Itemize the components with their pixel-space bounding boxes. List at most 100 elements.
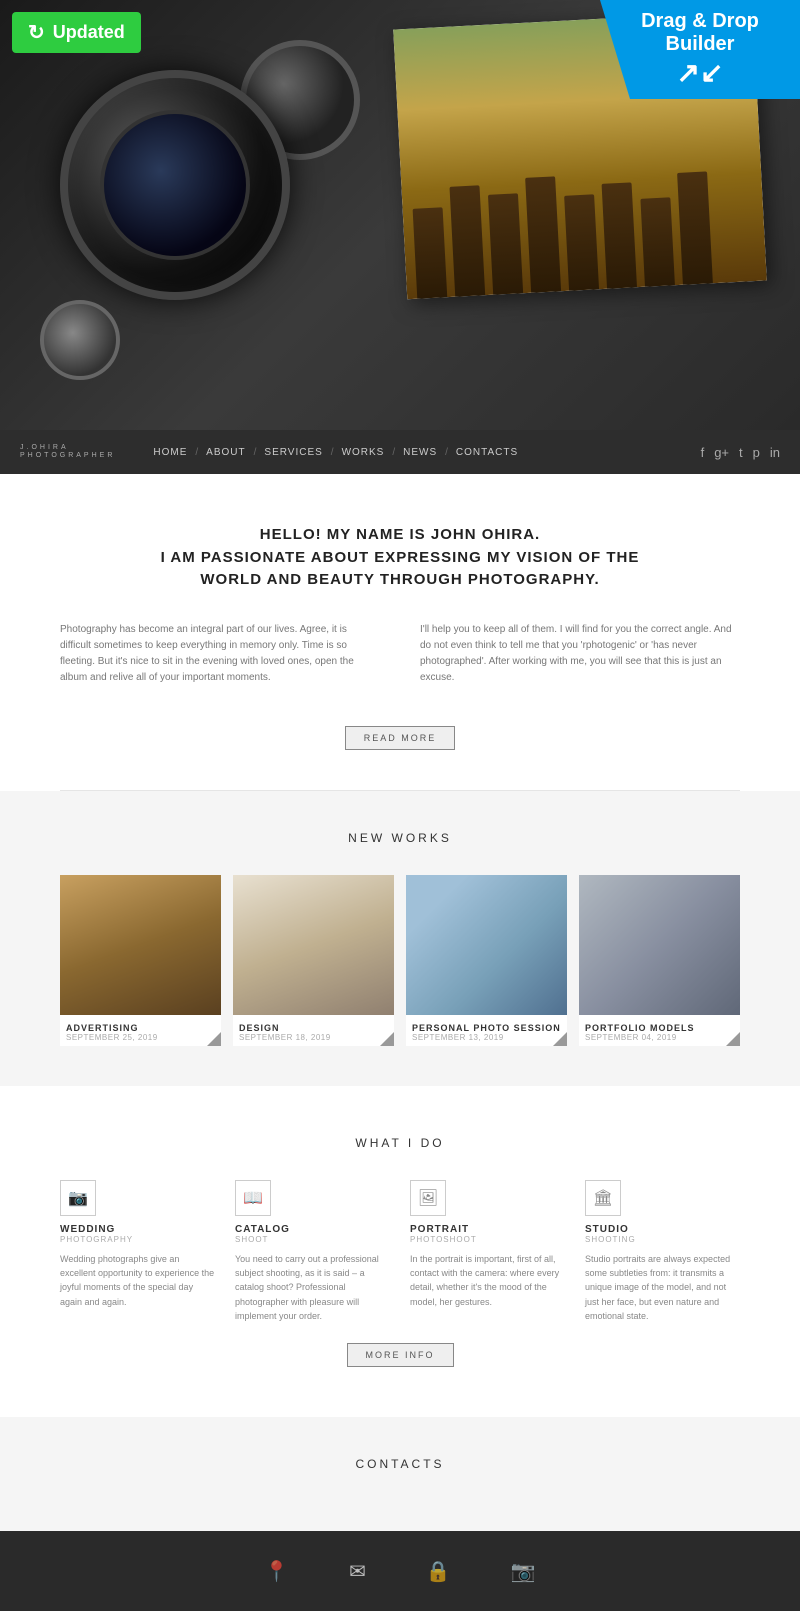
service-desc-wedding: Wedding photographs give an excellent op… bbox=[60, 1252, 215, 1310]
lens-group bbox=[30, 30, 370, 410]
service-name-studio: STUDIO bbox=[585, 1224, 740, 1235]
nav-contacts[interactable]: CONTACTS bbox=[448, 447, 526, 458]
about-section: HELLO! MY NAME IS JOHN OHIRA. I AM PASSI… bbox=[0, 474, 800, 790]
tree bbox=[413, 207, 448, 298]
lens-cap bbox=[40, 300, 120, 380]
service-studio: 🏛 STUDIO SHOOTING Studio portraits are a… bbox=[585, 1180, 740, 1324]
service-desc-studio: Studio portraits are always expected som… bbox=[585, 1252, 740, 1324]
service-sub-studio: SHOOTING bbox=[585, 1235, 740, 1244]
work-image-photosession bbox=[406, 875, 567, 1015]
nav-about[interactable]: ABOUT bbox=[198, 447, 253, 458]
works-grid: ADVERTISING SEPTEMBER 25, 2019 DESIGN SE… bbox=[60, 875, 740, 1046]
work-image-models bbox=[579, 875, 740, 1015]
work-title-design: DESIGN bbox=[239, 1023, 388, 1033]
nav-social: f g+ t p in bbox=[701, 445, 780, 460]
work-label-models: PORTFOLIO MODELS SEPTEMBER 04, 2019 bbox=[579, 1015, 740, 1046]
refresh-icon: ↻ bbox=[28, 20, 45, 45]
service-sub-catalog: SHOOT bbox=[235, 1235, 390, 1244]
work-date-advertising: SEPTEMBER 25, 2019 bbox=[66, 1033, 215, 1042]
dnd-label: Drag & DropBuilder bbox=[641, 10, 759, 55]
logo-subtitle: PHOTOGRAPHER bbox=[20, 452, 115, 460]
hero-wrapper: ↻ Updated Drag & DropBuilder ↗↙ bbox=[0, 0, 800, 474]
service-name-wedding: WEDDING bbox=[60, 1224, 215, 1235]
studio-icon: 🏛 bbox=[585, 1180, 621, 1216]
service-portrait: 🖼 PORTRAIT PHOTOSHOOT In the portrait is… bbox=[410, 1180, 565, 1324]
work-date-photosession: SEPTEMBER 13, 2019 bbox=[412, 1033, 561, 1042]
about-col-1: Photography has become an integral part … bbox=[60, 622, 380, 686]
email-icon: ✉ bbox=[349, 1559, 366, 1584]
works-section-title: NEW WORKS bbox=[60, 831, 740, 845]
updated-label: Updated bbox=[53, 22, 125, 43]
work-title-advertising: ADVERTISING bbox=[66, 1023, 215, 1033]
contacts-section-title: CONTACTS bbox=[60, 1457, 740, 1471]
dnd-badge: Drag & DropBuilder ↗↙ bbox=[600, 0, 800, 99]
nav-news[interactable]: NEWS bbox=[395, 447, 445, 458]
catalog-icon: 📖 bbox=[235, 1180, 271, 1216]
service-catalog: 📖 CATALOG SHOOT You need to carry out a … bbox=[235, 1180, 390, 1324]
tree bbox=[449, 185, 485, 296]
work-corner bbox=[207, 1032, 221, 1046]
work-title-models: PORTFOLIO MODELS bbox=[585, 1023, 734, 1033]
work-image-advertising bbox=[60, 875, 221, 1015]
logo-name: J.OHIRA bbox=[20, 444, 115, 452]
tree bbox=[564, 194, 599, 290]
service-desc-portrait: In the portrait is important, first of a… bbox=[410, 1252, 565, 1310]
about-columns: Photography has become an integral part … bbox=[60, 622, 740, 686]
work-label-photosession: PERSONAL PHOTO SESSION SEPTEMBER 13, 201… bbox=[406, 1015, 567, 1046]
googleplus-icon[interactable]: g+ bbox=[714, 445, 729, 460]
tree bbox=[677, 171, 713, 284]
read-more-button[interactable]: READ MORE bbox=[345, 726, 456, 750]
tree bbox=[525, 176, 561, 292]
site-logo: J.OHIRA PHOTOGRAPHER bbox=[20, 444, 115, 459]
lock-icon: 🔒 bbox=[426, 1559, 451, 1584]
work-corner bbox=[553, 1032, 567, 1046]
work-label-advertising: ADVERTISING SEPTEMBER 25, 2019 bbox=[60, 1015, 221, 1046]
contacts-footer: 📍 ✉ 🔒 📷 bbox=[0, 1531, 800, 1611]
work-item-design[interactable]: DESIGN SEPTEMBER 18, 2019 bbox=[233, 875, 394, 1046]
nav-links: HOME / ABOUT / SERVICES / WORKS / NEWS /… bbox=[145, 447, 700, 458]
work-date-models: SEPTEMBER 04, 2019 bbox=[585, 1033, 734, 1042]
work-item-advertising[interactable]: ADVERTISING SEPTEMBER 25, 2019 bbox=[60, 875, 221, 1046]
facebook-icon[interactable]: f bbox=[701, 445, 705, 460]
work-date-design: SEPTEMBER 18, 2019 bbox=[239, 1033, 388, 1042]
service-wedding: 📷 WEDDING PHOTOGRAPHY Wedding photograph… bbox=[60, 1180, 215, 1324]
about-title: HELLO! MY NAME IS JOHN OHIRA. I AM PASSI… bbox=[60, 524, 740, 592]
portrait-icon: 🖼 bbox=[410, 1180, 446, 1216]
lens-main bbox=[60, 70, 290, 300]
works-section: NEW WORKS ADVERTISING SEPTEMBER 25, 2019… bbox=[0, 791, 800, 1086]
twitter-icon[interactable]: t bbox=[739, 445, 743, 460]
more-info-button[interactable]: MORE INFO bbox=[347, 1343, 454, 1367]
tree bbox=[488, 193, 523, 294]
nav-works[interactable]: WORKS bbox=[334, 447, 393, 458]
service-sub-wedding: PHOTOGRAPHY bbox=[60, 1235, 215, 1244]
work-corner bbox=[726, 1032, 740, 1046]
work-image-design bbox=[233, 875, 394, 1015]
work-item-photosession[interactable]: PERSONAL PHOTO SESSION SEPTEMBER 13, 201… bbox=[406, 875, 567, 1046]
nav-services[interactable]: SERVICES bbox=[256, 447, 330, 458]
tree bbox=[640, 197, 675, 286]
wedding-icon: 📷 bbox=[60, 1180, 96, 1216]
service-name-catalog: CATALOG bbox=[235, 1224, 390, 1235]
services-footer: MORE INFO bbox=[60, 1323, 740, 1367]
service-sub-portrait: PHOTOSHOOT bbox=[410, 1235, 565, 1244]
read-more-wrapper: READ MORE bbox=[60, 716, 740, 750]
service-desc-catalog: You need to carry out a professional sub… bbox=[235, 1252, 390, 1324]
work-label-design: DESIGN SEPTEMBER 18, 2019 bbox=[233, 1015, 394, 1046]
navigation: J.OHIRA PHOTOGRAPHER HOME / ABOUT / SERV… bbox=[0, 430, 800, 474]
services-section: WHAT I DO 📷 WEDDING PHOTOGRAPHY Wedding … bbox=[0, 1086, 800, 1418]
location-icon: 📍 bbox=[264, 1559, 289, 1584]
lens-inner bbox=[100, 110, 250, 260]
service-name-portrait: PORTRAIT bbox=[410, 1224, 565, 1235]
services-section-title: WHAT I DO bbox=[60, 1136, 740, 1150]
contacts-section: CONTACTS bbox=[0, 1417, 800, 1531]
pinterest-icon[interactable]: p bbox=[753, 445, 760, 460]
about-col-2: I'll help you to keep all of them. I wil… bbox=[420, 622, 740, 686]
work-item-models[interactable]: PORTFOLIO MODELS SEPTEMBER 04, 2019 bbox=[579, 875, 740, 1046]
nav-home[interactable]: HOME bbox=[145, 447, 195, 458]
updated-badge: ↻ Updated bbox=[12, 12, 141, 53]
camera-icon: 📷 bbox=[511, 1559, 536, 1584]
services-grid: 📷 WEDDING PHOTOGRAPHY Wedding photograph… bbox=[60, 1180, 740, 1324]
work-corner bbox=[380, 1032, 394, 1046]
linkedin-icon[interactable]: in bbox=[770, 445, 780, 460]
tree bbox=[602, 182, 637, 288]
